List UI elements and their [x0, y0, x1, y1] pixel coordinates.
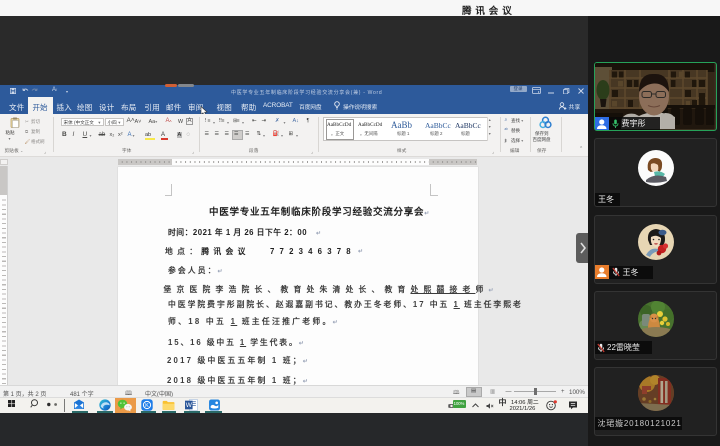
svg-text:W: W [186, 402, 193, 409]
svg-text:K: K [145, 403, 149, 409]
